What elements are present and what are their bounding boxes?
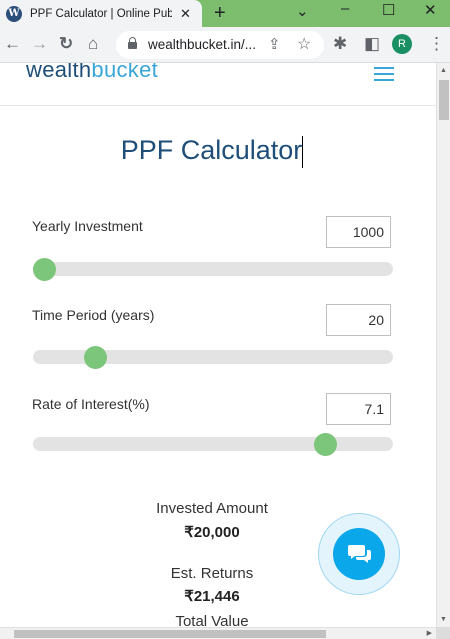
- forward-icon[interactable]: →: [31, 34, 48, 54]
- invested-amount-label: Invested Amount: [156, 500, 268, 517]
- tab-close-icon[interactable]: ✕: [180, 6, 191, 22]
- time-period-slider[interactable]: [33, 346, 393, 369]
- logo-text-bucket: bucket: [91, 63, 159, 82]
- yearly-investment-label: Yearly Investment: [32, 218, 143, 234]
- scroll-up-arrow-icon[interactable]: ▲: [440, 67, 447, 74]
- profile-avatar[interactable]: R: [392, 34, 412, 54]
- time-period-slider-thumb[interactable]: [83, 346, 107, 369]
- minimize-icon[interactable]: –: [341, 0, 349, 17]
- page-title-text: PPF Calculator: [120, 135, 303, 165]
- total-value-label: Total Value: [175, 613, 249, 627]
- browser-titlebar: W PPF Calculator | Online Public ✕ + ⌄ –…: [0, 0, 450, 27]
- back-icon[interactable]: ←: [4, 34, 21, 54]
- share-icon[interactable]: ⇪: [268, 35, 281, 53]
- scroll-right-arrow-icon[interactable]: ▶: [427, 629, 432, 637]
- hamburger-menu-icon[interactable]: [374, 63, 394, 81]
- wealthbucket-logo[interactable]: wealthbucket: [26, 63, 158, 83]
- tab-search-chevron-icon[interactable]: ⌄: [296, 2, 309, 20]
- lock-icon[interactable]: [128, 37, 137, 49]
- browser-tab[interactable]: W PPF Calculator | Online Public ✕: [0, 0, 202, 27]
- horizontal-scrollbar-thumb[interactable]: [14, 630, 326, 638]
- time-period-label: Time Period (years): [32, 307, 155, 323]
- rate-of-interest-slider-thumb[interactable]: [313, 433, 337, 456]
- scroll-down-arrow-icon[interactable]: ▼: [440, 616, 447, 623]
- est-returns-value: ₹21,446: [184, 588, 240, 605]
- menu-kebab-icon[interactable]: ⋮: [428, 34, 445, 54]
- page-viewport: wealthbucket PPF Calculator Yearly Inves…: [0, 63, 436, 627]
- site-favicon-icon: W: [6, 5, 22, 22]
- vertical-scrollbar[interactable]: ▲ ▼: [436, 63, 450, 627]
- chat-button[interactable]: [333, 528, 385, 580]
- time-period-input[interactable]: 20: [326, 304, 391, 336]
- extensions-puzzle-icon[interactable]: ✱: [333, 34, 347, 54]
- yearly-investment-slider-thumb[interactable]: [33, 258, 56, 281]
- side-panel-icon[interactable]: ◧: [364, 34, 380, 54]
- logo-text-wealth: wealth: [26, 63, 92, 82]
- window-close-icon[interactable]: ✕: [424, 1, 437, 19]
- browser-toolbar: ← → ↻ ⌂ wealthbucket.in/... ⇪ ☆ ✱ ◧ R ⋮: [0, 27, 450, 63]
- yearly-investment-slider[interactable]: [33, 258, 393, 281]
- address-bar[interactable]: wealthbucket.in/... ⇪ ☆: [116, 31, 324, 59]
- site-header: wealthbucket: [0, 63, 436, 106]
- maximize-icon[interactable]: ☐: [382, 1, 395, 19]
- home-icon[interactable]: ⌂: [88, 34, 98, 54]
- vertical-scrollbar-thumb[interactable]: [439, 80, 449, 120]
- new-tab-button[interactable]: +: [214, 2, 226, 25]
- chat-bubbles-icon: [348, 545, 371, 563]
- bookmark-star-icon[interactable]: ☆: [297, 34, 311, 54]
- scrollbar-corner: [436, 627, 450, 639]
- reload-icon[interactable]: ↻: [59, 34, 73, 54]
- est-returns-label: Est. Returns: [170, 565, 254, 582]
- rate-of-interest-input[interactable]: 7.1: [326, 393, 391, 425]
- yearly-investment-input[interactable]: 1000: [326, 216, 391, 248]
- page-title: PPF Calculator: [0, 135, 424, 168]
- rate-of-interest-slider[interactable]: [33, 433, 393, 456]
- rate-of-interest-label: Rate of Interest(%): [32, 396, 150, 412]
- invested-amount-value: ₹20,000: [184, 524, 240, 541]
- text-caret: [302, 135, 304, 168]
- url-text: wealthbucket.in/...: [148, 37, 257, 52]
- horizontal-scrollbar[interactable]: ▶: [0, 627, 436, 639]
- tab-title: PPF Calculator | Online Public: [30, 7, 172, 20]
